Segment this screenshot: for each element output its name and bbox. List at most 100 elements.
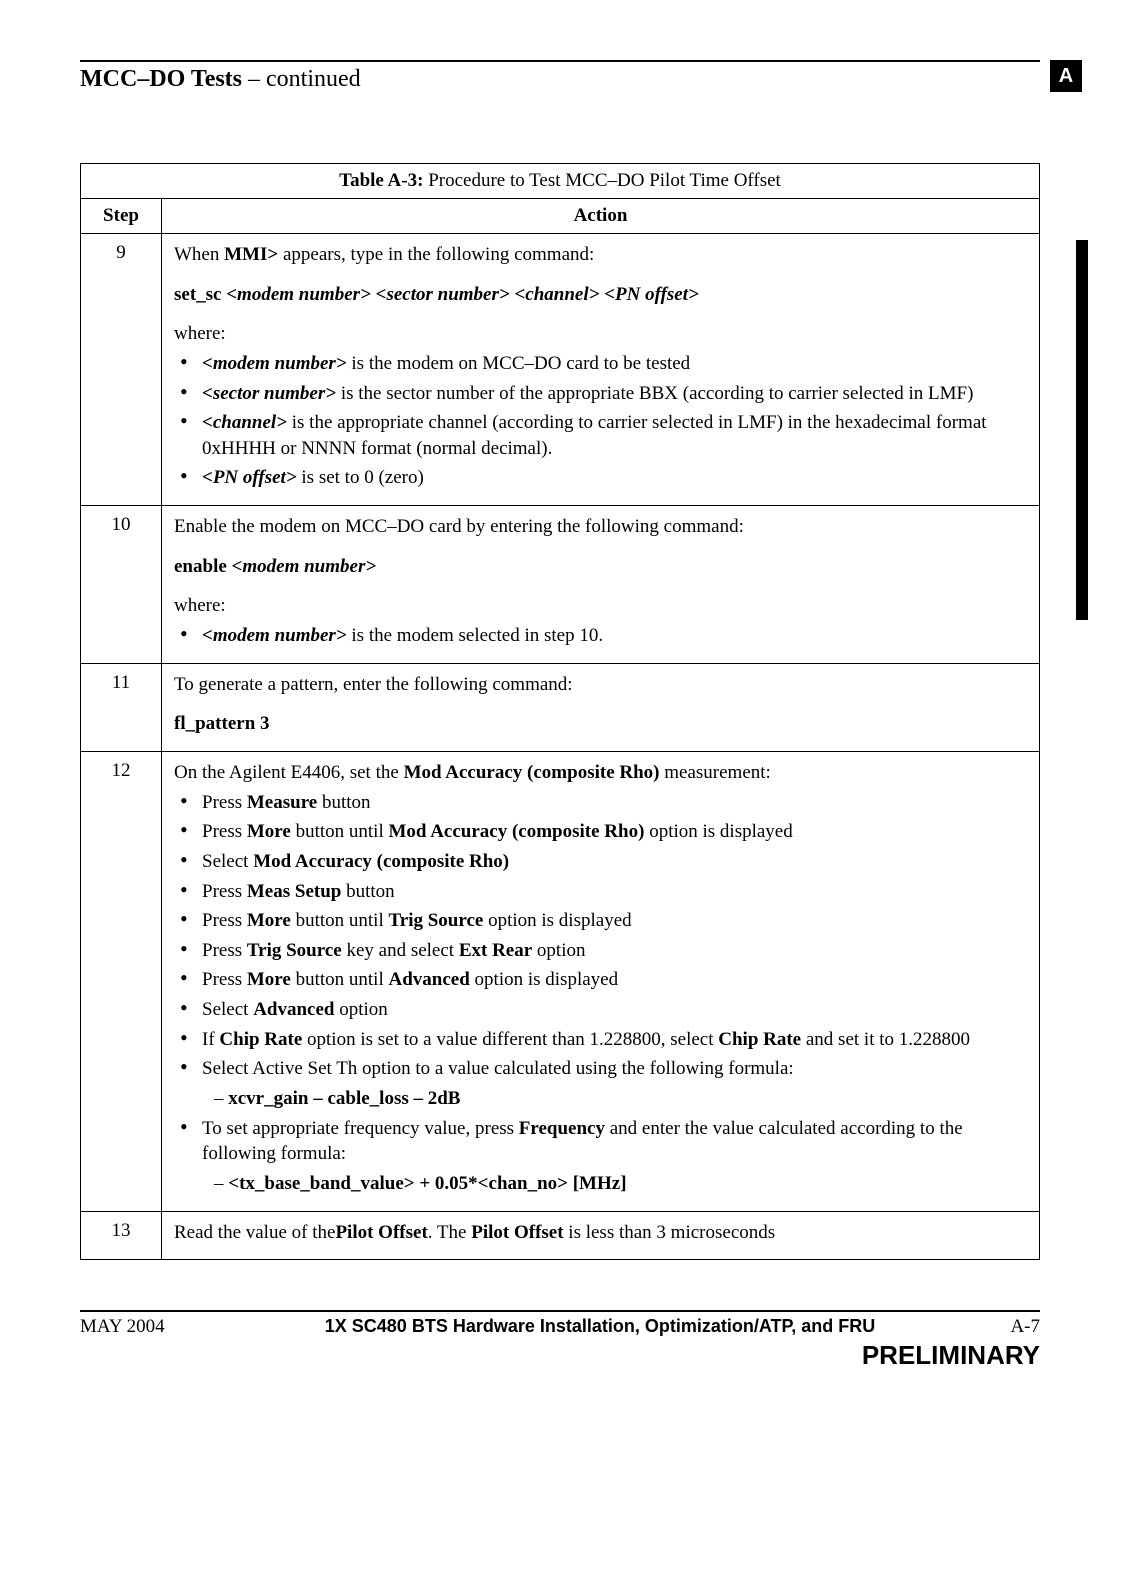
- text: key and select: [342, 940, 459, 961]
- procedure-table: Table A-3: Procedure to Test MCC–DO Pilo…: [80, 163, 1040, 1260]
- bullet-list: <modem number> is the modem on MCC–DO ca…: [174, 351, 1027, 491]
- text: To set appropriate frequency value, pres…: [202, 1118, 519, 1139]
- bullet-list: <modem number> is the modem selected in …: [174, 623, 1027, 649]
- list-item: Press More button until Advanced option …: [174, 967, 1027, 993]
- text: On the Agilent E4406, set the: [174, 762, 404, 783]
- list-item: <sector number> is the sector number of …: [174, 381, 1027, 407]
- text: measurement:: [660, 762, 771, 783]
- text-bold: Ext Rear: [459, 940, 532, 961]
- text-bold: More: [247, 910, 291, 931]
- action-cell: Enable the modem on MCC–DO card by enter…: [162, 506, 1040, 664]
- text: Read the value of the: [174, 1222, 335, 1243]
- table-title: Table A-3: Procedure to Test MCC–DO Pilo…: [81, 164, 1040, 199]
- text-bold: More: [247, 969, 291, 990]
- arg-name: <modem number>: [202, 353, 347, 374]
- command-text: set_sc: [174, 284, 226, 305]
- arg-name: <sector number>: [202, 383, 336, 404]
- action-cell: When MMI> appears, type in the following…: [162, 234, 1040, 506]
- text: When: [174, 244, 224, 265]
- text: is less than 3 microseconds: [564, 1222, 776, 1243]
- col-header-action: Action: [162, 199, 1040, 234]
- command-arg: <modem number>: [232, 556, 377, 577]
- list-item: <channel> is the appropriate channel (ac…: [174, 410, 1027, 461]
- sub-item: xcvr_gain – cable_loss – 2dB: [174, 1086, 1027, 1112]
- sub-item: <tx_base_band_value> + 0.05*<chan_no> [M…: [174, 1171, 1027, 1197]
- footer-rule: [80, 1310, 1040, 1312]
- text: option: [532, 940, 585, 961]
- text: appears, type in the following command:: [278, 244, 594, 265]
- text: button until: [291, 821, 389, 842]
- text: Select: [202, 999, 253, 1020]
- command-text: fl_pattern 3: [174, 713, 270, 734]
- command-text: enable: [174, 556, 232, 577]
- formula-text: xcvr_gain – cable_loss – 2dB: [228, 1088, 460, 1109]
- side-bar-marker: [1076, 240, 1088, 620]
- page-title: MCC–DO Tests – continued: [80, 66, 361, 93]
- text: Select Active Set Th option to a value c…: [202, 1058, 794, 1079]
- step-number: 12: [81, 751, 162, 1211]
- list-item: Press Trig Source key and select Ext Rea…: [174, 938, 1027, 964]
- text-bold: Pilot Offset: [471, 1222, 563, 1243]
- arg-name: <PN offset>: [202, 467, 297, 488]
- text-bold: Mod Accuracy (composite Rho): [389, 821, 645, 842]
- text: Press: [202, 910, 247, 931]
- text-bold: Advanced: [389, 969, 470, 990]
- section-tab: A: [1050, 60, 1082, 92]
- bullet-list: Press Measure button Press More button u…: [174, 790, 1027, 1082]
- text: . The: [428, 1222, 471, 1243]
- table-title-rest: Procedure to Test MCC–DO Pilot Time Offs…: [423, 170, 780, 191]
- list-item: If Chip Rate option is set to a value di…: [174, 1027, 1027, 1053]
- action-cell: To generate a pattern, enter the followi…: [162, 663, 1040, 751]
- text: Select: [202, 851, 253, 872]
- step-number: 11: [81, 663, 162, 751]
- list-item: To set appropriate frequency value, pres…: [174, 1116, 1027, 1167]
- text-bold: Pilot Offset: [335, 1222, 427, 1243]
- table-row: 13 Read the value of thePilot Offset. Th…: [81, 1211, 1040, 1260]
- header-rule: [80, 60, 1040, 62]
- text: Press: [202, 792, 247, 813]
- text: is the modem on MCC–DO card to be tested: [347, 353, 691, 374]
- arg-name: <modem number>: [202, 625, 347, 646]
- table-row: 11 To generate a pattern, enter the foll…: [81, 663, 1040, 751]
- col-header-step: Step: [81, 199, 162, 234]
- list-item: Select Mod Accuracy (composite Rho): [174, 849, 1027, 875]
- arg-name: <channel>: [202, 412, 287, 433]
- step-number: 13: [81, 1211, 162, 1260]
- text: and set it to 1.228800: [801, 1029, 970, 1050]
- text: Press: [202, 940, 247, 961]
- text-bold: Trig Source: [247, 940, 342, 961]
- text: If: [202, 1029, 219, 1050]
- list-item: Press More button until Mod Accuracy (co…: [174, 819, 1027, 845]
- text: is the appropriate channel (according to…: [202, 412, 987, 459]
- step-number: 9: [81, 234, 162, 506]
- list-item: Press More button until Trig Source opti…: [174, 908, 1027, 934]
- page-title-rest: – continued: [242, 66, 361, 92]
- text: is the sector number of the appropriate …: [336, 383, 973, 404]
- table-row: 9 When MMI> appears, type in the followi…: [81, 234, 1040, 506]
- list-item: Select Advanced option: [174, 997, 1027, 1023]
- text-bold: Measure: [247, 792, 317, 813]
- text: option is displayed: [644, 821, 792, 842]
- command-arg: <modem number> <sector number> <channel>…: [226, 284, 699, 305]
- bullet-list: To set appropriate frequency value, pres…: [174, 1116, 1027, 1167]
- text: Press: [202, 881, 247, 902]
- text: button: [317, 792, 370, 813]
- page-footer: MAY 2004 1X SC480 BTS Hardware Installat…: [80, 1310, 1040, 1371]
- text: Enable the modem on MCC–DO card by enter…: [174, 514, 1027, 540]
- text-bold: More: [247, 821, 291, 842]
- preliminary-stamp: PRELIMINARY: [80, 1340, 1040, 1371]
- text-bold: Chip Rate: [718, 1029, 801, 1050]
- page-header: MCC–DO Tests – continued: [80, 66, 1040, 93]
- text: option: [334, 999, 387, 1020]
- text-bold: Mod Accuracy (composite Rho): [404, 762, 660, 783]
- footer-doc-title: 1X SC480 BTS Hardware Installation, Opti…: [220, 1316, 980, 1337]
- where-label: where:: [174, 593, 1027, 619]
- text-bold: MMI>: [224, 244, 278, 265]
- page-title-bold: MCC–DO Tests: [80, 66, 242, 92]
- footer-date: MAY 2004: [80, 1316, 220, 1338]
- text: Press: [202, 821, 247, 842]
- text: is set to 0 (zero): [297, 467, 424, 488]
- table-row: 10 Enable the modem on MCC–DO card by en…: [81, 506, 1040, 664]
- text: option is displayed: [470, 969, 618, 990]
- footer-page-number: A-7: [980, 1316, 1040, 1338]
